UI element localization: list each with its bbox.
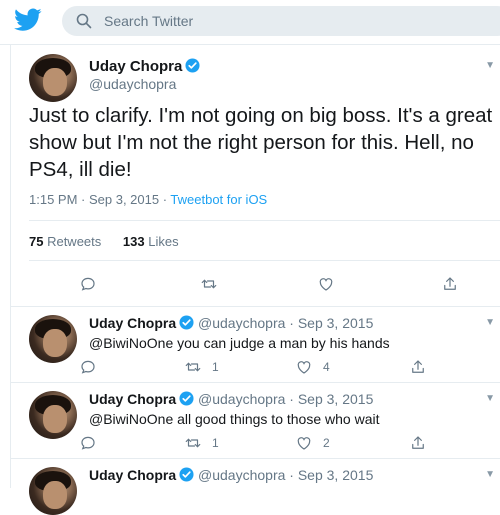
author-handle[interactable]: @udaychopra — [89, 76, 176, 92]
tweet-thread: Uday Chopra @udaychopra ▼ Just to clarif… — [10, 44, 500, 515]
author-name[interactable]: Uday Chopra — [89, 467, 176, 483]
share-button[interactable] — [441, 274, 459, 294]
twitter-bird-icon[interactable] — [14, 8, 42, 32]
reply-tweet[interactable]: Uday Chopra @udaychopra · Sep 3, 2015 ▼ … — [11, 306, 500, 383]
tweet-timestamp[interactable]: 1:15 PM · Sep 3, 2015 · — [29, 192, 170, 207]
search-icon — [76, 13, 92, 29]
share-icon — [412, 360, 424, 373]
retweet-count: 1 — [212, 360, 219, 374]
retweet-icon — [185, 438, 201, 448]
divider — [29, 220, 500, 221]
like-icon — [297, 437, 311, 450]
author-name[interactable]: Uday Chopra — [89, 391, 176, 407]
chevron-down-icon[interactable]: ▼ — [485, 469, 495, 480]
retweets-stat[interactable]: 75 Retweets — [29, 234, 101, 249]
retweet-button[interactable] — [200, 274, 218, 294]
reply-date[interactable]: · Sep 3, 2015 — [289, 467, 373, 483]
reply-text: @BiwiNoOne you can judge a man by his ha… — [89, 335, 390, 351]
reply-icon — [81, 436, 95, 450]
tweet-meta: 1:15 PM · Sep 3, 2015 · Tweetbot for iOS — [29, 192, 267, 207]
share-button[interactable] — [409, 433, 427, 453]
like-count: 2 — [323, 436, 330, 450]
verified-badge-icon — [179, 315, 194, 330]
reply-date[interactable]: · Sep 3, 2015 — [289, 315, 373, 331]
share-icon — [412, 436, 424, 449]
like-button[interactable] — [317, 274, 335, 294]
search-box[interactable]: Search Twitter — [62, 6, 500, 36]
retweet-icon — [201, 279, 217, 289]
like-icon — [297, 361, 311, 374]
tweet-stats: 75 Retweets 133 Likes — [29, 234, 179, 249]
tweet-actions — [79, 274, 479, 296]
author-handle[interactable]: @udaychopra — [198, 391, 285, 407]
avatar[interactable] — [29, 315, 77, 363]
likes-stat[interactable]: 133 Likes — [123, 234, 179, 249]
tweet-actions: 1 2 — [79, 433, 479, 455]
chevron-down-icon[interactable]: ▼ — [485, 60, 495, 71]
retweet-button[interactable]: 1 — [184, 357, 219, 377]
reply-tweet[interactable]: Uday Chopra @udaychopra · Sep 3, 2015 ▼ — [11, 458, 500, 515]
reply-button[interactable] — [79, 357, 97, 377]
retweet-button[interactable]: 1 — [184, 433, 219, 453]
retweet-icon — [185, 362, 201, 372]
avatar[interactable] — [29, 467, 77, 515]
chevron-down-icon[interactable]: ▼ — [485, 317, 495, 328]
author-name[interactable]: Uday Chopra — [89, 58, 182, 75]
tweet-text: Just to clarify. I'm not going on big bo… — [29, 104, 493, 181]
reply-icon — [81, 277, 95, 291]
share-button[interactable] — [409, 357, 427, 377]
reply-header: Uday Chopra @udaychopra · Sep 3, 2015 — [89, 391, 373, 407]
like-count: 4 — [323, 360, 330, 374]
reply-icon — [81, 360, 95, 374]
like-button[interactable]: 2 — [295, 433, 330, 453]
author-handle[interactable]: @udaychopra — [198, 467, 285, 483]
reply-header: Uday Chopra @udaychopra · Sep 3, 2015 — [89, 467, 373, 483]
tweet-source-link[interactable]: Tweetbot for iOS — [170, 192, 267, 207]
reply-tweet[interactable]: Uday Chopra @udaychopra · Sep 3, 2015 ▼ … — [11, 382, 500, 459]
top-bar: Search Twitter — [0, 0, 500, 45]
reply-text: @BiwiNoOne all good things to those who … — [89, 411, 380, 427]
verified-badge-icon — [179, 391, 194, 406]
chevron-down-icon[interactable]: ▼ — [485, 393, 495, 404]
reply-button[interactable] — [79, 433, 97, 453]
verified-badge-icon — [185, 58, 200, 73]
reply-button[interactable] — [79, 274, 97, 294]
retweet-count: 1 — [212, 436, 219, 450]
like-icon — [319, 278, 333, 291]
tweet-actions: 1 4 — [79, 357, 479, 379]
verified-badge-icon — [179, 467, 194, 482]
share-icon — [444, 277, 456, 290]
avatar[interactable] — [29, 391, 77, 439]
reply-header: Uday Chopra @udaychopra · Sep 3, 2015 — [89, 315, 373, 331]
author-handle[interactable]: @udaychopra — [198, 315, 285, 331]
divider — [29, 260, 500, 261]
tweet-author[interactable]: Uday Chopra — [89, 58, 200, 75]
author-name[interactable]: Uday Chopra — [89, 315, 176, 331]
search-input[interactable]: Search Twitter — [104, 13, 193, 29]
reply-date[interactable]: · Sep 3, 2015 — [289, 391, 373, 407]
like-button[interactable]: 4 — [295, 357, 330, 377]
avatar[interactable] — [29, 54, 77, 102]
